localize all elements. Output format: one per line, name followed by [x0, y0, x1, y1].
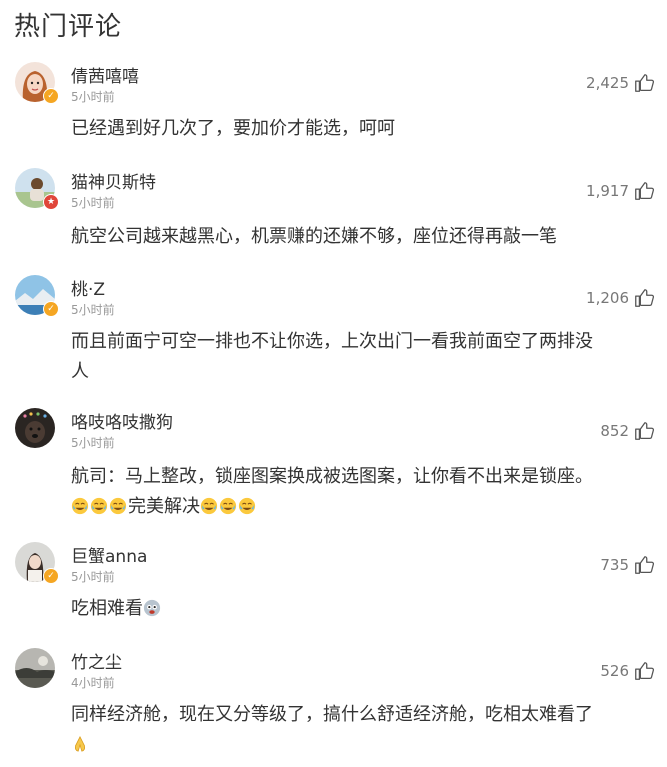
- thumb-up-icon: [635, 556, 655, 574]
- like-count: 2,425: [586, 74, 629, 92]
- comment-time: 4小时前: [71, 676, 115, 690]
- like-count: 735: [600, 556, 629, 574]
- comment-username[interactable]: 竹之尘: [71, 648, 122, 673]
- comment-text-line: 航司：马上整改，锁座图案换成被选图案，让你看不出来是锁座。: [71, 466, 593, 487]
- comment-text-line: 完美解决: [71, 492, 651, 522]
- comment-time: 5小时前: [71, 303, 115, 317]
- avatar[interactable]: [15, 648, 55, 688]
- avatar[interactable]: ★: [15, 168, 59, 210]
- crying-laugh-emoji-icon: [90, 497, 108, 515]
- comment-text: 吃相难看: [71, 594, 651, 624]
- like-count: 526: [600, 662, 629, 680]
- pray-emoji-icon: [74, 735, 86, 752]
- comment-text-line: [71, 730, 651, 760]
- verified-badge-icon: ✓: [43, 301, 59, 317]
- comment-text-line: 人: [71, 361, 89, 382]
- comment-username[interactable]: 桃·Z: [71, 275, 105, 300]
- like-count: 1,917: [586, 182, 629, 200]
- thumb-up-icon: [635, 289, 655, 307]
- avatar[interactable]: [15, 408, 55, 448]
- comment-text-line: 而且前面宁可空一排也不让你选，上次出门一看我前面空了两排没: [71, 331, 593, 352]
- comment-time: 5小时前: [71, 196, 115, 210]
- comment-text: 而且前面宁可空一排也不让你选，上次出门一看我前面空了两排没 人: [71, 327, 651, 387]
- crying-laugh-emoji-icon: [71, 497, 89, 515]
- like-button[interactable]: 1,917: [586, 180, 655, 202]
- like-button[interactable]: 2,425: [586, 72, 655, 94]
- thumb-up-icon: [635, 422, 655, 440]
- comment-username[interactable]: 咯吱咯吱撒狗: [71, 408, 173, 433]
- avatar[interactable]: ✓: [15, 275, 59, 317]
- angry-emoji-icon: [143, 599, 161, 617]
- avatar[interactable]: ✓: [15, 62, 59, 104]
- comment-text-line: 同样经济舱，现在又分等级了，搞什么舒适经济舱，吃相太难看了: [71, 704, 593, 725]
- page-title: 热门评论: [14, 12, 123, 42]
- avatar-image: [15, 648, 55, 688]
- like-button[interactable]: 526: [600, 660, 655, 682]
- like-button[interactable]: 735: [600, 554, 655, 576]
- avatar-image: [15, 408, 55, 448]
- comment-text: 已经遇到好几次了，要加价才能选，呵呵: [71, 118, 395, 139]
- avatar[interactable]: ✓: [15, 542, 59, 584]
- comment-text: 航司：马上整改，锁座图案换成被选图案，让你看不出来是锁座。 完美解决: [71, 462, 651, 522]
- like-count: 1,206: [586, 289, 629, 307]
- like-button[interactable]: 852: [600, 420, 655, 442]
- comment-username[interactable]: 猫神贝斯特: [71, 168, 156, 193]
- thumb-up-icon: [635, 74, 655, 92]
- comment-username[interactable]: 倩茜嘻嘻: [71, 62, 139, 87]
- crying-laugh-emoji-icon: [238, 497, 256, 515]
- crying-laugh-emoji-icon: [109, 497, 127, 515]
- comment-time: 5小时前: [71, 436, 115, 450]
- comment-text: 同样经济舱，现在又分等级了，搞什么舒适经济舱，吃相太难看了: [71, 700, 651, 760]
- crying-laugh-emoji-icon: [200, 497, 218, 515]
- comment-text: 航空公司越来越黑心，机票赚的还嫌不够，座位还得再敲一笔: [71, 226, 557, 247]
- thumb-up-icon: [635, 182, 655, 200]
- verified-badge-icon: ✓: [43, 568, 59, 584]
- comment-time: 5小时前: [71, 570, 115, 584]
- comment-text-inline: 吃相难看: [71, 598, 143, 619]
- comment-time: 5小时前: [71, 90, 115, 104]
- verified-badge-icon: ★: [43, 194, 59, 210]
- comment-text-inline: 完美解决: [128, 496, 200, 517]
- like-count: 852: [600, 422, 629, 440]
- verified-badge-icon: ✓: [43, 88, 59, 104]
- crying-laugh-emoji-icon: [219, 497, 237, 515]
- comment-username[interactable]: 巨蟹anna: [71, 542, 147, 567]
- like-button[interactable]: 1,206: [586, 287, 655, 309]
- thumb-up-icon: [635, 662, 655, 680]
